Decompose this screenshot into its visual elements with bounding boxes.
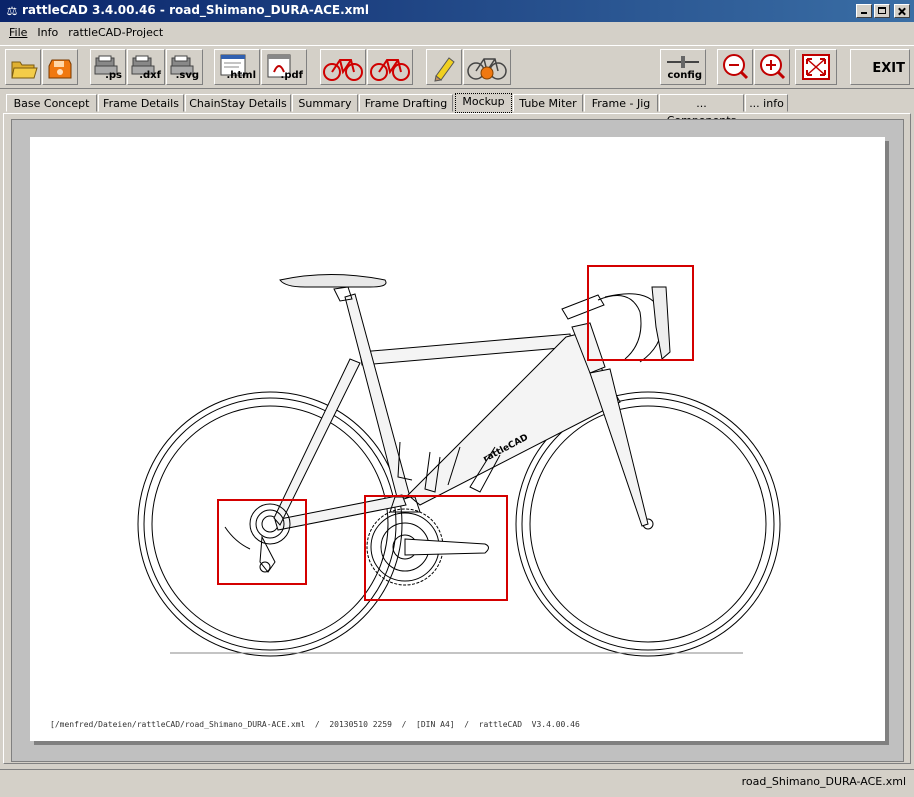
tab-summary[interactable]: Summary bbox=[292, 94, 358, 112]
bicycle-render-icon bbox=[467, 58, 507, 80]
menu-info[interactable]: Info bbox=[32, 26, 63, 39]
frame[interactable] bbox=[273, 293, 649, 531]
tab-frame-jig[interactable]: Frame - Jig bbox=[584, 94, 658, 112]
crankset[interactable] bbox=[366, 496, 489, 586]
pencil-button[interactable] bbox=[426, 49, 462, 85]
fit-to-window-icon bbox=[802, 54, 830, 80]
bicycle-red-icon bbox=[370, 59, 410, 81]
save-disk-icon bbox=[48, 59, 72, 79]
export-svg-button[interactable]: .svg bbox=[166, 49, 203, 85]
export-pdf-button[interactable]: .pdf bbox=[261, 49, 307, 85]
tab-frame-details[interactable]: Frame Details bbox=[98, 94, 184, 112]
export-pdf-label: .pdf bbox=[280, 70, 303, 81]
export-svg-label: .svg bbox=[175, 70, 199, 81]
export-html-button[interactable]: .html bbox=[214, 49, 260, 85]
export-dxf-label: .dxf bbox=[139, 70, 161, 81]
menu-file[interactable]: File bbox=[0, 26, 32, 39]
config-button[interactable]: config bbox=[660, 49, 706, 85]
maximize-button[interactable] bbox=[874, 4, 890, 18]
title-bar[interactable]: ⚖ rattleCAD 3.4.00.46 - road_Shimano_DUR… bbox=[0, 0, 914, 22]
open-folder-icon bbox=[11, 61, 38, 79]
tab-chainstay-details[interactable]: ChainStay Details bbox=[185, 94, 291, 112]
menu-bar: File Info rattleCAD-Project bbox=[0, 22, 914, 42]
rear-derailleur[interactable] bbox=[224, 503, 291, 573]
zoom-out-button[interactable] bbox=[717, 49, 753, 85]
config-label: config bbox=[667, 70, 703, 81]
bicycle-icon: ⚖ bbox=[6, 4, 18, 18]
export-ps-button[interactable]: .ps bbox=[90, 49, 126, 85]
open-button[interactable] bbox=[5, 49, 41, 85]
tab-base-concept[interactable]: Base Concept bbox=[6, 94, 97, 112]
export-dxf-button[interactable]: .dxf bbox=[127, 49, 165, 85]
save-button[interactable] bbox=[42, 49, 78, 85]
toolbar: .ps .dxf .svg .html .pdf config EXIT bbox=[0, 45, 914, 89]
rear-wheel[interactable] bbox=[137, 391, 403, 657]
drawing-footer: [/menfred/Dateien/rattleCAD/road_Shimano… bbox=[50, 720, 580, 729]
bike-frame-button[interactable] bbox=[367, 49, 413, 85]
bicycle-red-icon bbox=[323, 59, 363, 81]
zoom-in-icon bbox=[760, 54, 786, 80]
zoom-in-button[interactable] bbox=[754, 49, 790, 85]
close-button[interactable] bbox=[894, 4, 910, 18]
bike-geometry-button[interactable] bbox=[320, 49, 366, 85]
tab-mockup[interactable]: Mockup bbox=[455, 93, 512, 113]
pencil-icon bbox=[434, 57, 455, 82]
window-title: rattleCAD 3.4.00.46 - road_Shimano_DURA-… bbox=[22, 3, 370, 17]
bike-render-button[interactable] bbox=[463, 49, 511, 85]
minimize-button[interactable] bbox=[856, 4, 872, 18]
tab-bar: Base Concept Frame Details ChainStay Det… bbox=[0, 93, 914, 127]
exit-label: EXIT bbox=[872, 61, 905, 76]
fit-to-window-button[interactable] bbox=[795, 49, 837, 85]
bicycle-mockup-drawing[interactable]: rattleCAD bbox=[30, 137, 885, 741]
saddle[interactable] bbox=[279, 274, 387, 302]
tab-components[interactable]: ... Components bbox=[659, 94, 744, 127]
menu-rattlecad-project[interactable]: rattleCAD-Project bbox=[63, 26, 168, 39]
zoom-out-icon bbox=[723, 54, 749, 80]
tab-frame-drafting[interactable]: Frame Drafting bbox=[359, 94, 453, 112]
drawing-sheet[interactable]: rattleCAD [/menfred/Dateien/rattleCAD/ro… bbox=[30, 137, 885, 741]
export-html-label: .html bbox=[226, 70, 256, 81]
tab-info[interactable]: ... info bbox=[745, 94, 788, 112]
exit-button[interactable]: EXIT bbox=[850, 49, 910, 85]
status-bar: road_Shimano_DURA-ACE.xml bbox=[0, 769, 914, 797]
export-ps-label: .ps bbox=[105, 70, 122, 81]
status-filename: road_Shimano_DURA-ACE.xml bbox=[741, 775, 906, 788]
tab-tube-miter[interactable]: Tube Miter bbox=[513, 94, 583, 112]
